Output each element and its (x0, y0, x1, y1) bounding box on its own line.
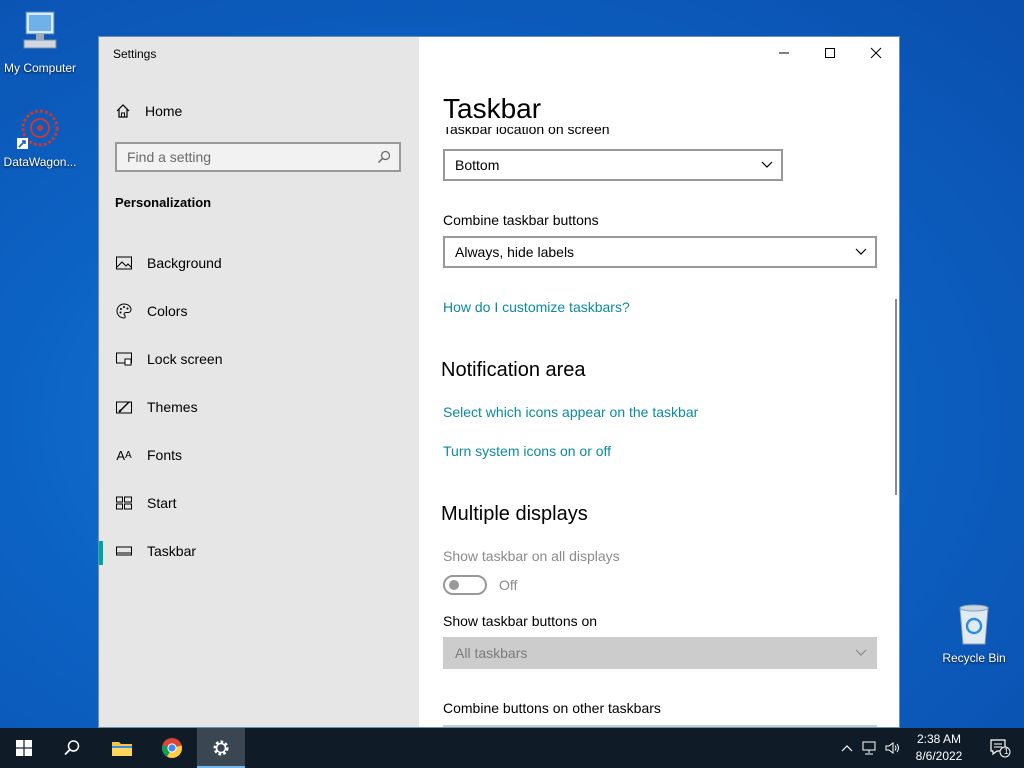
customize-taskbars-link[interactable]: How do I customize taskbars? (443, 299, 630, 315)
maximize-button[interactable] (807, 37, 853, 69)
sidebar-item-home[interactable]: Home (115, 99, 182, 123)
sidebar-item-colors[interactable]: Colors (99, 291, 419, 331)
fonts-icon: AA (116, 447, 132, 463)
scrollbar[interactable] (895, 299, 897, 495)
sidebar-item-label: Taskbar (147, 543, 197, 559)
file-explorer-button[interactable] (98, 728, 146, 768)
notification-area-header: Notification area (441, 359, 586, 381)
system-tray (838, 728, 904, 768)
folder-icon (112, 742, 132, 756)
location-label-clipped: Taskbar location on screen (443, 127, 610, 141)
toggle-state-label: Off (499, 577, 518, 593)
search-icon (64, 740, 80, 756)
chevron-up-icon[interactable] (838, 744, 856, 752)
settings-window: Settings Home Find a setting Personaliza… (98, 36, 900, 728)
close-button[interactable] (853, 37, 899, 69)
clock[interactable]: 2:38 AM 8/6/2022 (904, 731, 974, 765)
chevron-down-icon (855, 248, 867, 255)
minimize-icon (779, 52, 789, 54)
desktop-icon-recycle-bin[interactable]: Recycle Bin (934, 602, 1014, 665)
sidebar-item-label: Start (147, 495, 177, 511)
chrome-button[interactable] (148, 728, 196, 768)
gear-icon (213, 740, 229, 756)
sidebar-item-label: Background (147, 255, 222, 271)
show-buttons-dropdown[interactable]: All taskbars (443, 637, 877, 669)
network-icon[interactable] (856, 741, 882, 755)
show-buttons-label: Show taskbar buttons on (443, 613, 598, 629)
sidebar-item-fonts[interactable]: AA Fonts (99, 435, 419, 475)
palette-icon (116, 303, 132, 319)
location-label: Taskbar location on screen (443, 127, 610, 137)
sidebar-item-taskbar[interactable]: Taskbar (99, 531, 419, 571)
start-icon (116, 496, 132, 510)
desktop-icon-label: DataWagon... (3, 155, 77, 169)
recycle-bin-icon (959, 604, 989, 645)
toggle-knob (449, 580, 459, 590)
datawagon-icon (17, 109, 59, 149)
maximize-icon (825, 48, 835, 58)
search-icon (378, 150, 391, 163)
desktop-icon-label: My Computer (3, 61, 77, 75)
search-button[interactable] (48, 728, 96, 768)
minimize-button[interactable] (761, 37, 807, 69)
sidebar: Settings Home Find a setting Personaliza… (99, 37, 419, 727)
content-pane: Taskbar Taskbar location on screen Botto… (419, 37, 899, 727)
home-label: Home (145, 103, 183, 119)
section-header: Personalization (115, 195, 212, 210)
picture-icon (116, 256, 132, 270)
home-icon (116, 104, 130, 118)
taskbar-icon (116, 546, 132, 556)
action-center-button[interactable]: 1 (976, 728, 1024, 768)
location-value: Bottom (455, 157, 500, 173)
combine-other-label: Combine buttons on other taskbars (443, 700, 661, 716)
combine-dropdown[interactable]: Always, hide labels (443, 236, 877, 268)
show-all-displays-label: Show taskbar on all displays (443, 548, 620, 564)
clock-time: 2:38 AM (916, 732, 962, 746)
desktop-icon-label: Recycle Bin (942, 651, 1006, 665)
close-icon (870, 47, 882, 59)
window-controls (761, 37, 899, 69)
combine-label: Combine taskbar buttons (443, 212, 599, 228)
sidebar-item-label: Lock screen (147, 351, 223, 367)
sidebar-item-label: Colors (147, 303, 188, 319)
desktop-icon-datawagon[interactable]: DataWagon... (0, 104, 80, 169)
show-all-displays-toggle[interactable] (443, 575, 487, 595)
chrome-icon (161, 738, 183, 759)
sidebar-item-label: Fonts (147, 447, 183, 463)
combine-value: Always, hide labels (455, 244, 575, 260)
settings-taskbar-button[interactable] (197, 728, 245, 768)
location-dropdown[interactable]: Bottom (443, 149, 783, 181)
sidebar-item-background[interactable]: Background (99, 243, 419, 283)
themes-icon (116, 401, 132, 414)
windows-logo-icon (16, 740, 32, 756)
clock-date: 8/6/2022 (915, 749, 963, 763)
page-title: Taskbar (443, 93, 542, 124)
select-icons-link[interactable]: Select which icons appear on the taskbar (443, 404, 698, 420)
computer-icon (23, 11, 57, 49)
chevron-down-icon (761, 161, 773, 168)
search-input[interactable]: Find a setting (115, 142, 401, 172)
show-buttons-value: All taskbars (455, 645, 528, 661)
taskbar: 2:38 AM 8/6/2022 1 (0, 728, 1024, 768)
sidebar-item-lock-screen[interactable]: Lock screen (99, 339, 419, 379)
volume-icon[interactable] (882, 741, 904, 755)
notification-count: 1 (1004, 747, 1009, 756)
window-title: Settings (113, 47, 157, 61)
start-button[interactable] (0, 728, 48, 768)
multiple-displays-header: Multiple displays (441, 503, 588, 525)
search-placeholder: Find a setting (127, 149, 212, 165)
desktop-icon-my-computer[interactable]: My Computer (0, 10, 80, 75)
lock-screen-icon (116, 352, 132, 366)
system-icons-link[interactable]: Turn system icons on or off (443, 443, 611, 459)
sidebar-item-label: Themes (147, 399, 198, 415)
sidebar-item-start[interactable]: Start (99, 483, 419, 523)
chevron-down-icon (855, 649, 867, 656)
sidebar-item-themes[interactable]: Themes (99, 387, 419, 427)
active-indicator (99, 541, 103, 565)
